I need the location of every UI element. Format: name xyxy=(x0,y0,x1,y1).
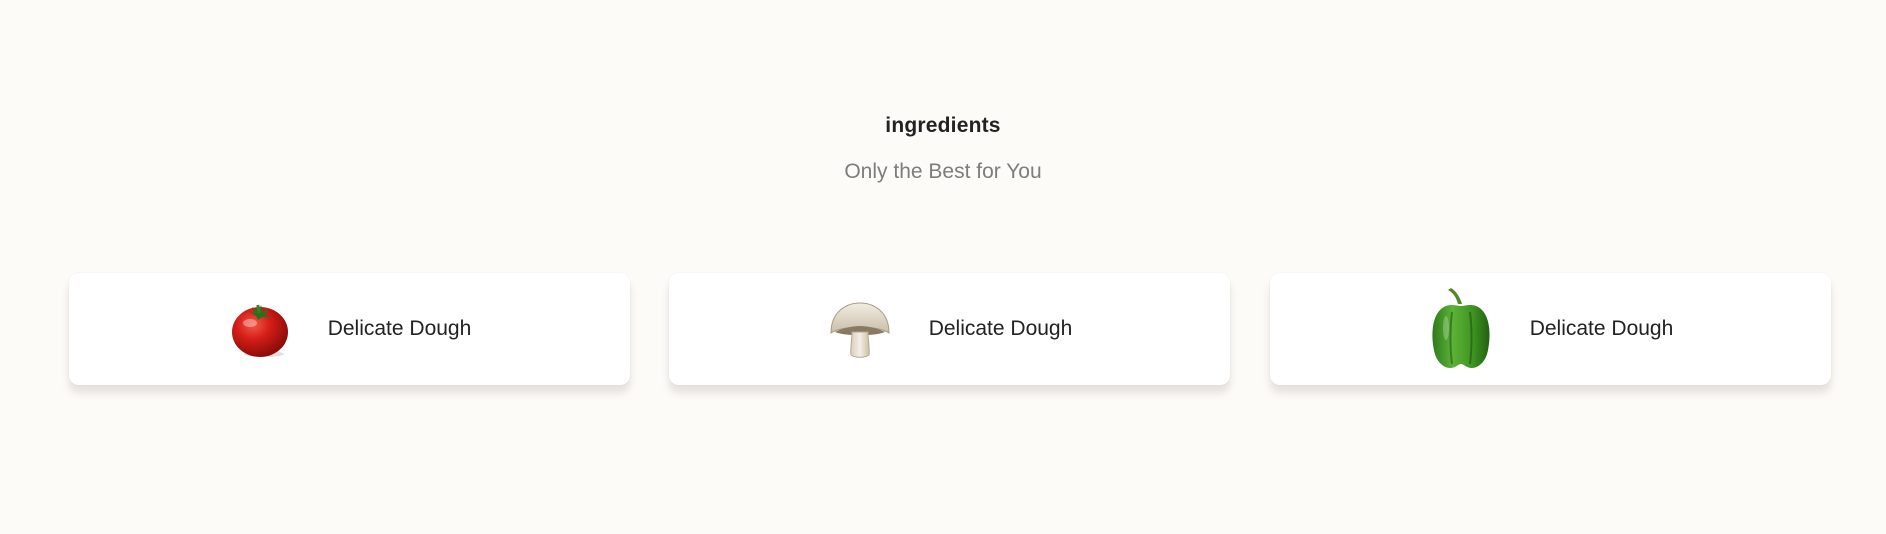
ingredient-label: Delicate Dough xyxy=(928,317,1073,340)
section-subtitle: Only the Best for You xyxy=(844,160,1042,183)
ingredients-section: ingredients Only the Best for You Delica… xyxy=(0,0,1886,534)
ingredient-label: Delicate Dough xyxy=(327,317,472,340)
ingredient-card-mushroom[interactable]: Delicate Dough xyxy=(669,273,1230,385)
ingredient-card-bell-pepper[interactable]: Delicate Dough xyxy=(1270,273,1831,385)
section-title: ingredients xyxy=(885,114,1001,137)
bell-pepper-icon xyxy=(1428,288,1494,370)
tomato-icon xyxy=(228,297,292,361)
ingredient-card-tomato[interactable]: Delicate Dough xyxy=(69,273,630,385)
ingredient-label: Delicate Dough xyxy=(1529,317,1674,340)
mushroom-icon xyxy=(827,299,893,359)
